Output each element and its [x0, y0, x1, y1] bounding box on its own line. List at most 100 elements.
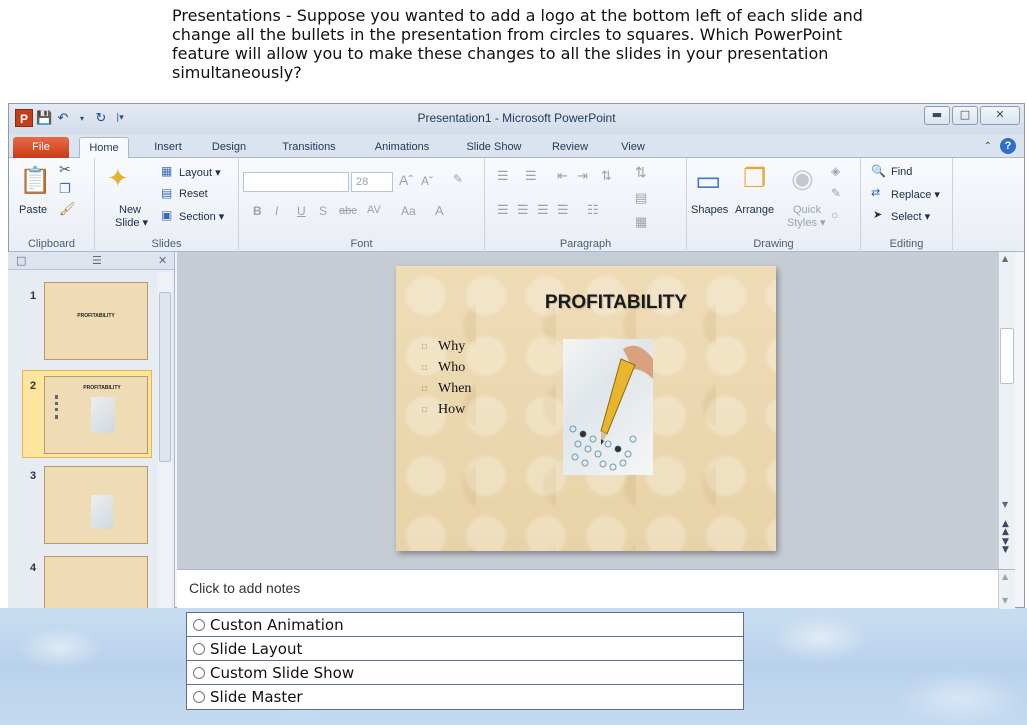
- section-icon[interactable]: ▣: [161, 208, 172, 222]
- cut-icon[interactable]: ✂: [59, 162, 71, 178]
- reset-button[interactable]: Reset: [179, 188, 208, 200]
- tab-animations[interactable]: Animations: [367, 137, 437, 158]
- close-button[interactable]: ✕: [980, 106, 1020, 125]
- decrease-indent-icon[interactable]: ⇤: [557, 168, 568, 184]
- tab-file[interactable]: File: [13, 137, 69, 158]
- strikethrough-button[interactable]: abc: [339, 205, 357, 217]
- select-icon[interactable]: ➤: [873, 208, 882, 221]
- quick-styles-line2[interactable]: Styles ▾: [787, 216, 826, 229]
- increase-indent-icon[interactable]: ⇥: [577, 168, 588, 184]
- shape-outline-icon[interactable]: ✎: [831, 186, 841, 200]
- slide-thumbnail-2[interactable]: PROFITABILITY: [44, 376, 148, 454]
- columns-icon[interactable]: ☷: [587, 202, 599, 218]
- arrange-icon[interactable]: ❐: [743, 164, 766, 194]
- quick-styles-line1[interactable]: Quick: [793, 204, 821, 216]
- option-custom-slide-show[interactable]: Custom Slide Show: [187, 661, 743, 685]
- numbering-icon[interactable]: ☰: [525, 168, 537, 184]
- replace-button[interactable]: Replace ▾: [891, 188, 940, 201]
- arrange-button[interactable]: Arrange: [735, 204, 774, 216]
- radio-button[interactable]: [193, 691, 205, 703]
- bold-button[interactable]: B: [253, 204, 262, 218]
- slide-thumbnail-3[interactable]: [44, 466, 148, 544]
- find-button[interactable]: Find: [891, 166, 912, 178]
- font-name-field[interactable]: [243, 172, 349, 192]
- italic-button[interactable]: I: [275, 204, 278, 218]
- new-slide-label-line2[interactable]: Slide ▾: [115, 216, 148, 229]
- reset-icon[interactable]: ▤: [161, 186, 172, 200]
- shrink-font-icon[interactable]: Aˇ: [421, 174, 433, 188]
- slide-thumbnail-4[interactable]: [44, 556, 148, 608]
- option-slide-layout[interactable]: Slide Layout: [187, 637, 743, 661]
- notes-scroll-up-icon[interactable]: ▲: [1002, 572, 1008, 581]
- tab-view[interactable]: View: [613, 137, 653, 158]
- font-color-button[interactable]: A: [435, 203, 444, 218]
- slides-pane-scrollbar[interactable]: [158, 272, 172, 608]
- change-case-button[interactable]: Aa: [401, 204, 416, 218]
- layout-icon[interactable]: ▦: [161, 164, 172, 178]
- paste-icon[interactable]: 📋: [19, 166, 51, 196]
- format-painter-icon[interactable]: 🖌: [59, 202, 76, 217]
- bullets-icon[interactable]: ☰: [497, 168, 509, 184]
- select-button[interactable]: Select ▾: [891, 210, 930, 223]
- tab-slide-show[interactable]: Slide Show: [459, 137, 529, 158]
- previous-slide-icon[interactable]: ▲ ▲: [1002, 520, 1009, 537]
- copy-icon[interactable]: ❐: [59, 182, 71, 197]
- close-pane-icon[interactable]: ✕: [158, 254, 167, 267]
- slide-title[interactable]: PROFITABILITY: [396, 292, 776, 314]
- smartart-icon[interactable]: ▦: [635, 214, 647, 230]
- align-center-icon[interactable]: ☰: [517, 202, 529, 218]
- justify-icon[interactable]: ☰: [557, 202, 569, 218]
- option-custom-animation[interactable]: Custon Animation: [187, 613, 743, 637]
- shapes-icon[interactable]: ▭: [695, 164, 721, 197]
- character-spacing-button[interactable]: AV: [367, 204, 381, 216]
- minimize-button[interactable]: ▬: [924, 106, 950, 125]
- notes-scrollbar[interactable]: ▲ ▼: [998, 570, 1015, 609]
- grow-font-icon[interactable]: Aˆ: [399, 172, 413, 188]
- maximize-button[interactable]: □: [952, 106, 978, 125]
- pencil-test-image[interactable]: [563, 339, 653, 475]
- tab-insert[interactable]: Insert: [147, 137, 189, 158]
- pane-scroll-thumb[interactable]: [159, 292, 171, 462]
- new-slide-label-line1[interactable]: New: [119, 204, 141, 216]
- slide-thumbnail-1[interactable]: PROFITABILITY: [44, 282, 148, 360]
- radio-button[interactable]: [193, 618, 205, 631]
- shape-effects-icon[interactable]: ○: [831, 208, 838, 222]
- canvas-scroll-thumb[interactable]: [1000, 328, 1014, 384]
- option-slide-master[interactable]: Slide Master: [187, 685, 743, 709]
- tab-design[interactable]: Design: [207, 137, 251, 158]
- next-slide-icon[interactable]: ▼ ▼: [1002, 538, 1009, 555]
- shadow-button[interactable]: S: [319, 204, 327, 218]
- notes-scroll-down-icon[interactable]: ▼: [1002, 596, 1008, 605]
- scroll-up-icon[interactable]: ▲: [1002, 254, 1008, 263]
- canvas-scrollbar[interactable]: ▲ ▼ ▲ ▲ ▼ ▼: [998, 252, 1015, 569]
- scroll-down-icon[interactable]: ▼: [1002, 500, 1008, 509]
- slides-tab-icon[interactable]: □: [16, 254, 26, 267]
- clear-formatting-icon[interactable]: ✎: [453, 172, 463, 186]
- layout-button[interactable]: Layout ▾: [179, 166, 221, 179]
- tab-home[interactable]: Home: [79, 137, 129, 158]
- tab-review[interactable]: Review: [545, 137, 595, 158]
- radio-button[interactable]: [193, 642, 205, 655]
- shapes-button[interactable]: Shapes: [691, 204, 728, 216]
- new-slide-icon[interactable]: ✦: [107, 164, 129, 194]
- outline-tab-icon[interactable]: ☰: [92, 254, 102, 267]
- underline-button[interactable]: U: [297, 204, 306, 218]
- section-button[interactable]: Section ▾: [179, 210, 224, 223]
- replace-icon[interactable]: ⇄: [871, 186, 880, 199]
- minimize-ribbon-icon[interactable]: ⌃: [984, 141, 992, 152]
- radio-button[interactable]: [193, 666, 205, 679]
- slide-bullet-list[interactable]: Why Who When How: [422, 336, 471, 420]
- shape-fill-icon[interactable]: ◈: [831, 164, 840, 178]
- quick-styles-icon[interactable]: ◉: [791, 164, 814, 194]
- text-direction-icon[interactable]: ⇅: [635, 164, 647, 181]
- find-icon[interactable]: 🔍: [871, 164, 886, 178]
- paste-button[interactable]: Paste: [19, 204, 47, 216]
- help-icon[interactable]: ?: [1000, 138, 1016, 154]
- align-text-icon[interactable]: ▤: [635, 190, 647, 206]
- align-left-icon[interactable]: ☰: [497, 202, 509, 218]
- font-size-field[interactable]: 28: [351, 172, 393, 192]
- current-slide[interactable]: PROFITABILITY Why Who When How: [396, 266, 776, 551]
- align-right-icon[interactable]: ☰: [537, 202, 549, 218]
- notes-pane[interactable]: Click to add notes ▲ ▼: [177, 569, 1015, 609]
- tab-transitions[interactable]: Transitions: [274, 137, 344, 158]
